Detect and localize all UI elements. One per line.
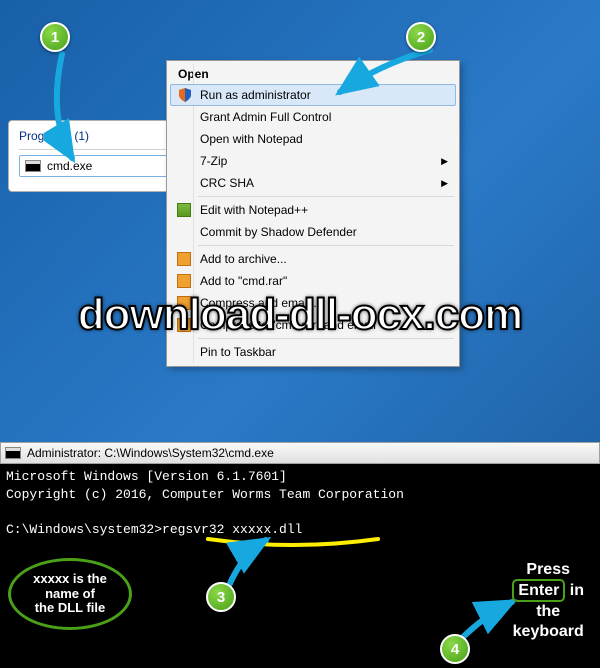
- menu-item[interactable]: Grant Admin Full Control: [170, 106, 456, 128]
- shield-icon: [177, 87, 193, 103]
- submenu-arrow-icon: ▶: [441, 156, 448, 167]
- annotation-line: Press: [512, 560, 584, 579]
- annotation-line: the: [512, 602, 584, 621]
- cmd-line-2: Copyright (c) 2016, Computer Worms Team …: [6, 486, 594, 504]
- blank-icon: [176, 344, 192, 360]
- book-icon: [176, 251, 192, 267]
- blank-icon: [176, 224, 192, 240]
- menu-item[interactable]: Compress and email...: [170, 292, 456, 314]
- annotation-line: in: [570, 582, 584, 599]
- menu-separator: [198, 338, 454, 339]
- menu-item-label: Open with Notepad: [200, 132, 303, 146]
- menu-item[interactable]: Edit with Notepad++: [170, 199, 456, 221]
- blank-icon: [176, 175, 192, 191]
- menu-item[interactable]: Add to "cmd.rar": [170, 270, 456, 292]
- annotation-press-enter: Press Enter in the keyboard: [512, 560, 584, 641]
- menu-separator: [198, 245, 454, 246]
- menu-item[interactable]: CRC SHA ▶: [170, 172, 456, 194]
- cmd-line-1: Microsoft Windows [Version 6.1.7601]: [6, 468, 594, 486]
- menu-item-label: Add to "cmd.rar": [200, 274, 287, 288]
- annotation-line: the DLL file: [35, 601, 106, 616]
- cmd-line-blank: [6, 503, 594, 521]
- menu-item[interactable]: Commit by Shadow Defender: [170, 221, 456, 243]
- np-icon: [176, 202, 192, 218]
- cmd-titlebar[interactable]: Administrator: C:\Windows\System32\cmd.e…: [0, 442, 600, 464]
- menu-separator: [198, 196, 454, 197]
- submenu-arrow-icon: ▶: [441, 178, 448, 189]
- menu-item[interactable]: 7-Zip ▶: [170, 150, 456, 172]
- menu-item-label: Run as administrator: [200, 88, 311, 102]
- annotation-line: keyboard: [512, 622, 584, 641]
- annotation-line: name of: [45, 587, 95, 602]
- program-item-label: cmd.exe: [47, 159, 92, 173]
- cmd-titlebar-icon: [5, 447, 21, 459]
- step-badge-2: 2: [406, 22, 436, 52]
- annotation-dll-name: xxxxx is the name of the DLL file: [8, 558, 132, 630]
- menu-item-label: Pin to Taskbar: [200, 345, 276, 359]
- step-badge-1: 1: [40, 22, 70, 52]
- menu-item-label: CRC SHA: [200, 176, 254, 190]
- context-menu: Open Run as administrator Grant Admin Ful…: [166, 60, 460, 367]
- menu-item-label: Compress and email...: [200, 296, 320, 310]
- blank-icon: [176, 153, 192, 169]
- book-icon: [176, 295, 192, 311]
- menu-item-label: Grant Admin Full Control: [200, 110, 331, 124]
- menu-item[interactable]: Add to archive...: [170, 248, 456, 270]
- menu-item-label: 7-Zip: [200, 154, 227, 168]
- context-menu-header[interactable]: Open: [170, 64, 456, 84]
- menu-item[interactable]: Compress to "cmd.rar" and email: [170, 314, 456, 336]
- cmd-icon: [25, 160, 41, 172]
- enter-key-highlight: Enter: [512, 579, 565, 602]
- cmd-window: Administrator: C:\Windows\System32\cmd.e…: [0, 442, 600, 668]
- menu-item-label: Commit by Shadow Defender: [200, 225, 357, 239]
- menu-item[interactable]: Pin to Taskbar: [170, 341, 456, 363]
- menu-item-label: Add to archive...: [200, 252, 287, 266]
- book-icon: [176, 317, 192, 333]
- blank-icon: [176, 131, 192, 147]
- step-badge-4: 4: [440, 634, 470, 664]
- menu-item[interactable]: Open with Notepad: [170, 128, 456, 150]
- step-badge-3: 3: [206, 582, 236, 612]
- cmd-body[interactable]: Microsoft Windows [Version 6.1.7601] Cop…: [0, 464, 600, 542]
- menu-item-label: Edit with Notepad++: [200, 203, 308, 217]
- blank-icon: [176, 109, 192, 125]
- menu-item-label: Compress to "cmd.rar" and email: [200, 318, 376, 332]
- yellow-underline-annotation: [206, 536, 380, 546]
- menu-item[interactable]: Run as administrator: [170, 84, 456, 106]
- annotation-line: xxxxx is the: [33, 572, 107, 587]
- book-icon: [176, 273, 192, 289]
- cmd-title-text: Administrator: C:\Windows\System32\cmd.e…: [27, 446, 274, 460]
